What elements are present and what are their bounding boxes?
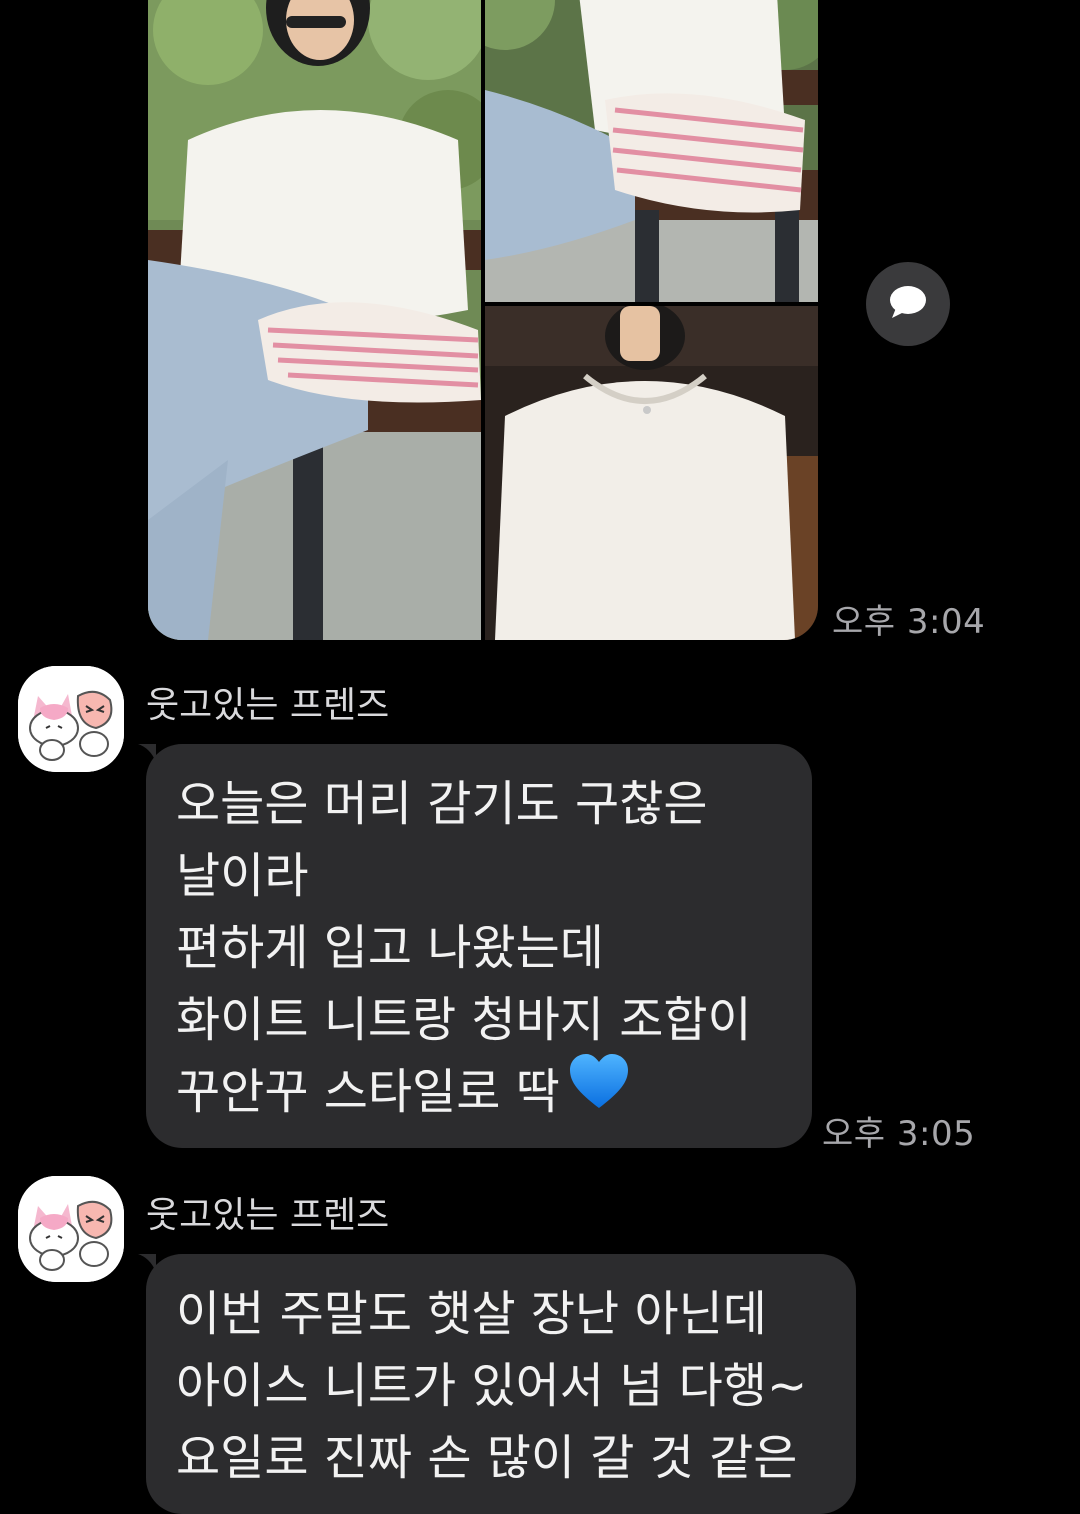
photo-message-time: 오후 3:04 [832, 602, 986, 642]
photo-grid-message[interactable] [148, 0, 818, 640]
message-line: 화이트 니트랑 청바지 조합이 [176, 992, 752, 1048]
chat-room: 오후 3:04 웃고있는 프렌즈 오늘은 머리 감기도 구찮은 날이라 편하게 … [0, 0, 1080, 1514]
sender-name: 웃고있는 프렌즈 [146, 685, 390, 726]
photo-bench-seated[interactable] [485, 0, 818, 302]
photo-bench-full[interactable] [148, 0, 481, 640]
cat-and-peach-character-icon [18, 666, 124, 772]
message-time: 오후 3:05 [822, 1114, 976, 1154]
speech-bubble-icon [888, 284, 928, 324]
sender-name: 웃고있는 프렌즈 [146, 1195, 390, 1236]
sender-avatar[interactable] [18, 666, 124, 772]
message-line: 아이스 니트가 있어서 넘 다행~ [176, 1358, 808, 1414]
cat-and-peach-character-icon [18, 1176, 124, 1282]
message-line-with-emoji: 꾸안꾸 스타일로 딱 [176, 1054, 782, 1134]
blue-heart-icon [568, 1052, 630, 1130]
message-line: 요일로 진짜 손 많이 갈 것 같은 [176, 1430, 798, 1486]
photo-selfie[interactable] [485, 306, 818, 640]
message-line: 오늘은 머리 감기도 구찮은 [176, 776, 708, 832]
share-button[interactable] [866, 262, 950, 346]
message-bubble[interactable]: 이번 주말도 햇살 장난 아닌데 아이스 니트가 있어서 넘 다행~ 요일로 진… [146, 1254, 856, 1514]
message-line: 날이라 [176, 848, 309, 904]
sender-avatar[interactable] [18, 1176, 124, 1282]
message-line: 편하게 입고 나왔는데 [176, 920, 604, 976]
message-line-text: 꾸안꾸 스타일로 딱 [176, 1064, 560, 1120]
message-bubble[interactable]: 오늘은 머리 감기도 구찮은 날이라 편하게 입고 나왔는데 화이트 니트랑 청… [146, 744, 812, 1148]
message-line: 이번 주말도 햇살 장난 아닌데 [176, 1286, 767, 1342]
